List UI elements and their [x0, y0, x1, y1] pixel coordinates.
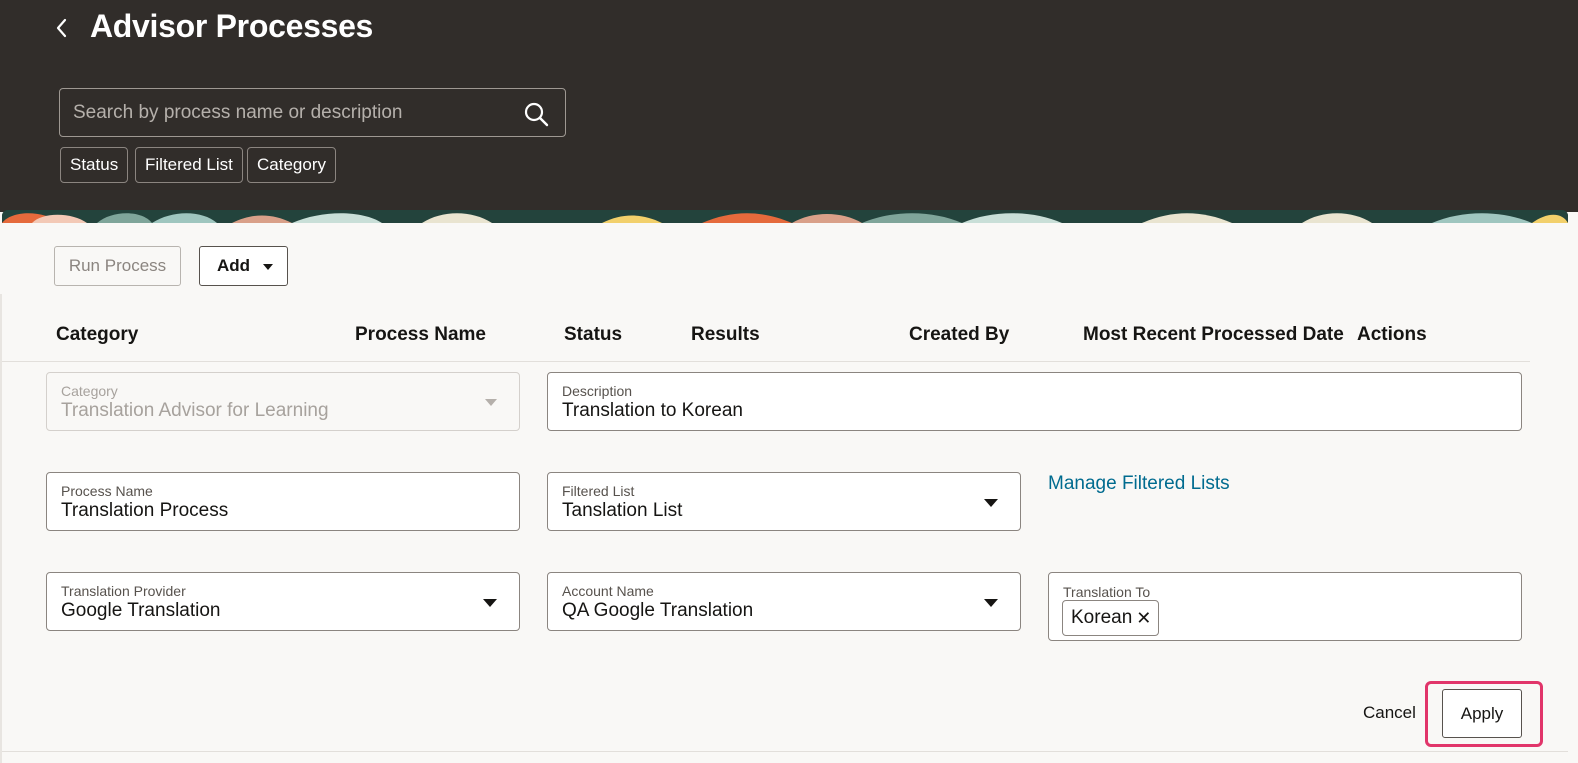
caret-down-icon[interactable] — [984, 499, 998, 507]
column-header-actions[interactable]: Actions — [1357, 324, 1427, 346]
column-header-results[interactable]: Results — [691, 324, 760, 346]
filter-chip-status[interactable]: Status — [60, 147, 129, 183]
add-button[interactable]: Add — [199, 246, 288, 286]
decorative-banner — [2, 210, 1568, 223]
column-header-status[interactable]: Status — [564, 324, 622, 346]
category-select: Category Translation Advisor for Learnin… — [46, 372, 520, 431]
search-box[interactable] — [59, 88, 566, 137]
bottom-divider — [2, 751, 1568, 752]
column-header-process-name[interactable]: Process Name — [355, 324, 486, 346]
account-name-value: QA Google Translation — [562, 600, 754, 621]
page-title: Advisor Processes — [90, 8, 374, 44]
category-label: Category — [61, 383, 118, 399]
description-label: Description — [562, 383, 633, 399]
filtered-list-select[interactable]: Filtered List Tanslation List — [547, 472, 1021, 531]
column-header-created-by[interactable]: Created By — [909, 324, 1009, 346]
account-name-select[interactable]: Account Name QA Google Translation — [547, 572, 1021, 631]
translation-provider-value: Google Translation — [61, 600, 221, 621]
chevron-left-icon — [56, 18, 67, 38]
caret-down-icon[interactable] — [984, 599, 998, 607]
filter-chip-filtered-list[interactable]: Filtered List — [135, 147, 243, 183]
caret-down-icon — [485, 399, 497, 406]
column-header-most-recent-processed-date[interactable]: Most Recent Processed Date — [1083, 324, 1344, 346]
run-process-button[interactable]: Run Process — [54, 246, 181, 286]
description-value[interactable]: Translation to Korean — [562, 400, 743, 422]
column-header-category[interactable]: Category — [56, 324, 138, 346]
process-name-field[interactable]: Process Name Translation Process — [46, 472, 520, 531]
panel-edge — [0, 294, 2, 763]
category-value: Translation Advisor for Learning — [61, 400, 329, 421]
page-header: Advisor Processes Status Filtered List C… — [0, 0, 1578, 212]
cancel-button[interactable]: Cancel — [1363, 703, 1416, 723]
close-icon[interactable]: ✕ — [1136, 609, 1151, 627]
language-tag-korean[interactable]: Korean ✕ — [1062, 600, 1160, 636]
translation-to-label: Translation To — [1063, 584, 1151, 600]
caret-down-icon — [263, 264, 273, 270]
translation-provider-select[interactable]: Translation Provider Google Translation — [46, 572, 520, 631]
filtered-list-value: Tanslation List — [562, 500, 683, 521]
caret-down-icon[interactable] — [483, 599, 497, 607]
manage-filtered-lists-link[interactable]: Manage Filtered Lists — [1048, 473, 1230, 495]
search-icon[interactable] — [523, 101, 549, 127]
banner-pattern — [2, 210, 1568, 223]
process-name-value[interactable]: Translation Process — [61, 500, 228, 522]
description-field[interactable]: Description Translation to Korean — [547, 372, 1522, 431]
process-name-label: Process Name — [61, 483, 153, 499]
filter-chip-category[interactable]: Category — [247, 147, 336, 183]
header-divider — [2, 361, 1530, 362]
apply-button[interactable]: Apply — [1442, 689, 1522, 738]
search-input[interactable] — [73, 89, 513, 136]
account-name-label: Account Name — [562, 583, 654, 599]
filtered-list-label: Filtered List — [562, 483, 635, 499]
tag-label: Korean — [1071, 607, 1133, 628]
translation-provider-label: Translation Provider — [61, 583, 186, 599]
translation-to-field[interactable]: Translation To Korean ✕ — [1048, 572, 1522, 641]
back-button[interactable] — [48, 12, 76, 44]
add-button-label: Add — [217, 256, 251, 275]
